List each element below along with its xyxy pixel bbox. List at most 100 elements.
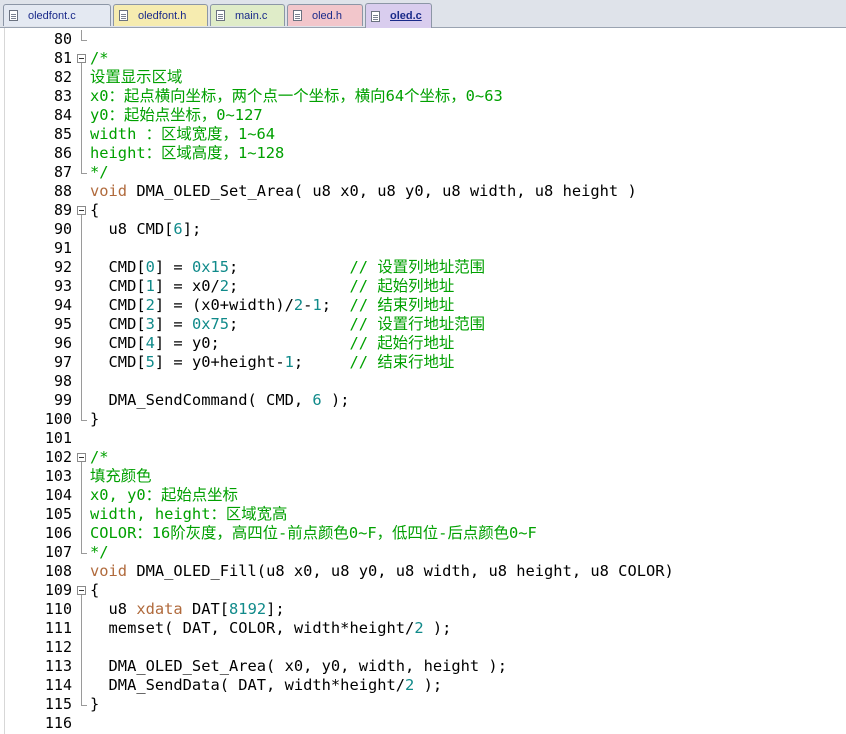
code-token: ] = xyxy=(154,315,192,333)
code-line[interactable]: } xyxy=(90,695,99,714)
code-editor[interactable]: 80 81 82 83 84 85 86 87 88 89 90 91 92 93 94 95 96 97 98 99… xyxy=(0,28,846,734)
code-line[interactable]: x0, y0：起始点坐标 xyxy=(90,486,238,505)
fold-guide xyxy=(81,676,82,695)
code-line[interactable]: 设置显示区域 xyxy=(90,68,182,87)
fold-guide xyxy=(81,277,82,296)
tab-main-c[interactable]: main.c xyxy=(210,4,285,26)
line-number: 116 xyxy=(44,714,72,732)
code-line[interactable]: */ xyxy=(90,543,109,562)
line-number: 106 xyxy=(44,524,72,542)
code-line[interactable]: width ：区域宽度，1~64 xyxy=(90,125,275,144)
code-token: 1 xyxy=(284,353,294,371)
line-number: 80 xyxy=(53,30,72,48)
code-line[interactable]: CMD[4] = y0; // 起始行地址 xyxy=(90,334,455,353)
code-token: 0x75 xyxy=(191,315,230,333)
code-line[interactable]: { xyxy=(90,581,99,600)
code-line[interactable]: /* xyxy=(90,49,109,68)
code-line[interactable]: 填充颜色 xyxy=(90,467,152,486)
code-token: void xyxy=(90,562,128,580)
code-line[interactable]: u8 xdata DAT[8192]; xyxy=(90,600,285,619)
code-token: ; xyxy=(321,296,350,314)
code-line[interactable]: CMD[1] = x0/2; // 起始列地址 xyxy=(90,277,455,296)
code-token: DMA_OLED_Set_Area( u8 x0, u8 y0, u8 widt… xyxy=(127,182,637,200)
fold-toggle-icon[interactable] xyxy=(77,206,86,215)
code-token: // 设置列地址范围 xyxy=(349,258,486,276)
fold-guide xyxy=(81,695,82,705)
code-line[interactable]: CMD[0] = 0x15; // 设置列地址范围 xyxy=(90,258,486,277)
code-line[interactable]: memset( DAT, COLOR, width*height/2 ); xyxy=(90,619,452,638)
fold-guide xyxy=(81,600,82,619)
code-token: void xyxy=(90,182,128,200)
fold-guide xyxy=(81,638,82,657)
code-token: y0：起始点坐标，0~127 xyxy=(90,106,263,124)
code-area[interactable]: /* 设置显示区域 x0：起点横向坐标，两个点一个坐标，横向64个坐标，0~63 y0… xyxy=(90,28,846,734)
code-line[interactable]: } xyxy=(90,410,99,429)
fold-guide xyxy=(81,68,82,87)
code-token: { xyxy=(90,581,100,599)
code-line[interactable]: width, height：区域宽高 xyxy=(90,505,287,524)
code-line[interactable]: CMD[2] = (x0+width)/2-1; // 结束列地址 xyxy=(90,296,455,315)
code-line[interactable]: y0：起始点坐标，0~127 xyxy=(90,106,263,125)
code-token: 2 xyxy=(293,296,304,314)
tab-oledfont-h[interactable]: oledfont.h xyxy=(113,4,208,26)
code-token: height：区域高度，1~128 xyxy=(90,144,285,162)
code-token: x0：起点横向坐标，两个点一个坐标，横向64个坐标，0~63 xyxy=(90,87,503,105)
code-token: 2 xyxy=(405,676,415,694)
code-token: width ：区域宽度，1~64 xyxy=(90,125,276,143)
fold-end-marker xyxy=(81,173,87,174)
code-token: ] = (x0+width)/ xyxy=(154,296,294,314)
tab-oled-h[interactable]: oled.h xyxy=(287,4,363,26)
line-number: 88 xyxy=(53,182,72,200)
fold-guide xyxy=(81,524,82,543)
line-number: 111 xyxy=(44,619,72,637)
fold-guide xyxy=(81,391,82,410)
code-token: 8192 xyxy=(229,600,267,618)
line-number: 101 xyxy=(44,429,72,447)
line-number: 108 xyxy=(44,562,72,580)
code-token: xdata xyxy=(136,600,183,618)
line-number: 104 xyxy=(44,486,72,504)
code-line[interactable]: void DMA_OLED_Fill(u8 x0, u8 y0, u8 widt… xyxy=(90,562,674,581)
code-line[interactable]: CMD[5] = y0+height-1; // 结束行地址 xyxy=(90,353,455,372)
fold-guide xyxy=(81,258,82,277)
code-token: ); xyxy=(423,619,452,637)
tab-oled-c[interactable]: oled.c xyxy=(365,3,432,28)
code-line[interactable]: */ xyxy=(90,163,109,182)
code-line[interactable]: COLOR：16阶灰度，高四位-前点颜色0~F，低四位-后点颜色0~F xyxy=(90,524,537,543)
code-line[interactable]: DMA_SendData( DAT, width*height/2 ); xyxy=(90,676,443,695)
code-line[interactable]: DMA_OLED_Set_Area( x0, y0, width, height… xyxy=(90,657,507,676)
code-line[interactable]: height：区域高度，1~128 xyxy=(90,144,284,163)
fold-toggle-icon[interactable] xyxy=(77,54,86,63)
line-number: 90 xyxy=(53,220,72,238)
code-token: x0, y0：起始点坐标 xyxy=(90,486,238,504)
code-token: 1 xyxy=(145,277,155,295)
code-line[interactable]: /* xyxy=(90,448,109,467)
code-token: ; xyxy=(229,258,350,276)
code-token: // 结束行地址 xyxy=(349,353,455,371)
fold-guide xyxy=(81,144,82,163)
code-line[interactable]: DMA_SendCommand( CMD, 6 ); xyxy=(90,391,350,410)
code-line[interactable]: void DMA_OLED_Set_Area( u8 x0, u8 y0, u8… xyxy=(90,182,637,201)
code-token: memset( DAT, COLOR, width*height/ xyxy=(90,619,415,637)
code-token: 5 xyxy=(145,353,155,371)
line-number: 99 xyxy=(53,391,72,409)
line-number: 109 xyxy=(44,581,72,599)
code-token: /* xyxy=(90,448,109,466)
tab-label: main.c xyxy=(235,9,268,22)
line-number: 94 xyxy=(53,296,72,314)
file-icon xyxy=(216,10,225,21)
code-token: DMA_OLED_Fill(u8 x0, u8 y0, u8 width, u8… xyxy=(127,562,674,580)
code-token: } xyxy=(90,695,100,713)
code-line[interactable]: { xyxy=(90,201,99,220)
fold-toggle-icon[interactable] xyxy=(77,586,86,595)
code-token: CMD[ xyxy=(90,315,146,333)
line-number: 113 xyxy=(44,657,72,675)
code-token: DMA_SendCommand( CMD, xyxy=(90,391,313,409)
fold-end-marker xyxy=(81,553,87,554)
tab-oledfont-c[interactable]: oledfont.c xyxy=(3,4,111,26)
fold-guide xyxy=(81,619,82,638)
code-line[interactable]: CMD[3] = 0x75; // 设置行地址范围 xyxy=(90,315,486,334)
code-line[interactable]: x0：起点横向坐标，两个点一个坐标，横向64个坐标，0~63 xyxy=(90,87,503,106)
code-line[interactable]: u8 CMD[6]; xyxy=(90,220,202,239)
fold-toggle-icon[interactable] xyxy=(77,453,86,462)
